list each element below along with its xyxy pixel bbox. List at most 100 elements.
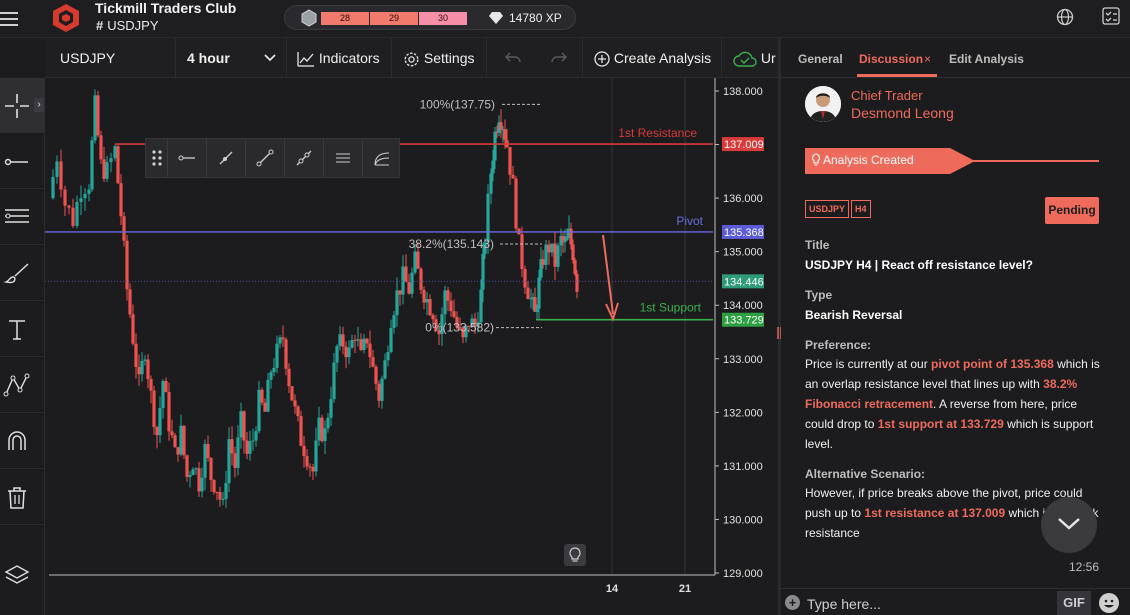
candle-body [356, 339, 360, 341]
scroll-down-button[interactable] [1041, 497, 1097, 553]
author-name[interactable]: Desmond Leong [851, 105, 954, 121]
candle-body [523, 268, 527, 288]
candle-body [137, 366, 141, 375]
draw-extended-line[interactable] [285, 139, 324, 177]
settings-button[interactable]: Settings [392, 38, 487, 78]
draw-horizontal-ray[interactable] [168, 139, 207, 177]
indicators-button[interactable]: Indicators [287, 38, 392, 78]
drag-handle[interactable] [146, 139, 168, 177]
magnet-tool[interactable] [0, 414, 45, 469]
attach-plus-icon[interactable]: + [785, 595, 800, 610]
tab-discussion[interactable]: Discussion [859, 52, 923, 66]
fib-fan-icon [374, 152, 390, 166]
gif-button[interactable]: GIF [1057, 591, 1091, 615]
pattern-tool[interactable] [0, 358, 45, 413]
close-tab-button[interactable]: × [924, 52, 931, 66]
avatar-photo [805, 86, 841, 122]
candle-body [272, 367, 276, 373]
trendline-tool[interactable] [0, 134, 45, 189]
candle-body [449, 300, 453, 312]
menu-icon[interactable] [0, 8, 18, 28]
candle-body [125, 240, 129, 290]
lightbulb-icon [569, 547, 581, 562]
layers-tool[interactable] [0, 548, 45, 603]
chart-grid [611, 78, 686, 575]
checklist-icon[interactable] [1102, 7, 1120, 25]
candle-body [278, 337, 282, 344]
candle-body [341, 334, 345, 347]
delete-tool[interactable] [0, 470, 45, 525]
upload-button[interactable]: Ur [722, 38, 778, 78]
ray-icon [178, 155, 195, 161]
line-icon [4, 158, 28, 166]
candle-body [290, 386, 294, 401]
candle-body [266, 379, 270, 412]
drawing-tools-sidebar: › [0, 78, 45, 615]
pref-highlight: 1st support at 133.729 [877, 417, 1004, 431]
xp-progress[interactable]: 28 29 30 14780 XP [284, 5, 576, 30]
candle-body [547, 244, 551, 253]
candle-body [389, 327, 393, 353]
candle-body [203, 444, 207, 478]
candle-body [428, 299, 432, 316]
candle-body [152, 390, 156, 427]
globe-icon[interactable] [1056, 8, 1074, 26]
draw-fib-fan[interactable] [363, 139, 402, 177]
candle-body [329, 399, 333, 418]
candle-body [569, 228, 573, 245]
candle-body [302, 445, 306, 457]
draw-segment[interactable] [246, 139, 285, 177]
fib-level-label: 100%(137.75) [420, 97, 495, 111]
avatar[interactable] [805, 86, 841, 122]
candle-body [164, 380, 168, 393]
candle-body [188, 475, 192, 477]
candle-body [281, 337, 285, 340]
candle-body [317, 417, 321, 441]
alternative-label: Alternative Scenario: [805, 467, 926, 481]
hashtag-icon: # [96, 18, 104, 33]
candle-body [407, 282, 411, 294]
channel-name[interactable]: # USDJPY [96, 18, 159, 33]
redo-icon[interactable] [551, 52, 567, 64]
candle-body [260, 389, 264, 403]
emoji-icon[interactable] [1099, 593, 1119, 613]
x-tick-label: 14 [606, 583, 619, 595]
tab-general[interactable]: General [798, 52, 843, 66]
candle-body [59, 161, 63, 190]
candle-body [55, 161, 59, 177]
candle-body [550, 243, 554, 253]
title-label: Title [805, 238, 830, 252]
interval-select[interactable]: 4 hour [176, 38, 287, 78]
preference-label: Preference: [805, 338, 872, 352]
symbol-selector[interactable]: USDJPY [45, 38, 176, 78]
candle-body [499, 122, 503, 130]
chevron-right-icon[interactable]: › [34, 98, 44, 112]
banner-text: Analysis Created [823, 153, 914, 167]
fibonacci-tool[interactable] [0, 190, 45, 245]
candle-body [332, 362, 336, 400]
text-tool[interactable] [0, 302, 45, 357]
crosshair-tool[interactable]: › [0, 78, 45, 133]
candle-body [79, 198, 83, 203]
candle-body [239, 411, 243, 438]
candle-body [200, 477, 204, 492]
extended-line-icon [296, 150, 312, 166]
candle-body [63, 189, 67, 206]
message-input[interactable] [807, 596, 1027, 612]
brush-tool[interactable] [0, 246, 45, 301]
candle-body [236, 437, 240, 468]
draw-parallel-channel[interactable] [324, 139, 363, 177]
support-label: 1st Support [640, 301, 702, 315]
level-badge: 29 [370, 12, 418, 25]
create-analysis-button[interactable]: Create Analysis [583, 38, 722, 78]
fib-level-label: 38.2%(135.143) [409, 237, 494, 251]
candle-body [374, 366, 378, 384]
candle-body [275, 343, 279, 368]
draw-trend-line[interactable] [207, 139, 246, 177]
tab-edit-analysis[interactable]: Edit Analysis [949, 52, 1024, 66]
candle-body [486, 193, 490, 243]
undo-icon[interactable] [505, 52, 521, 64]
pattern-icon [3, 373, 30, 397]
cloud-check-icon [733, 52, 757, 67]
lightbulb-button[interactable] [564, 544, 586, 566]
